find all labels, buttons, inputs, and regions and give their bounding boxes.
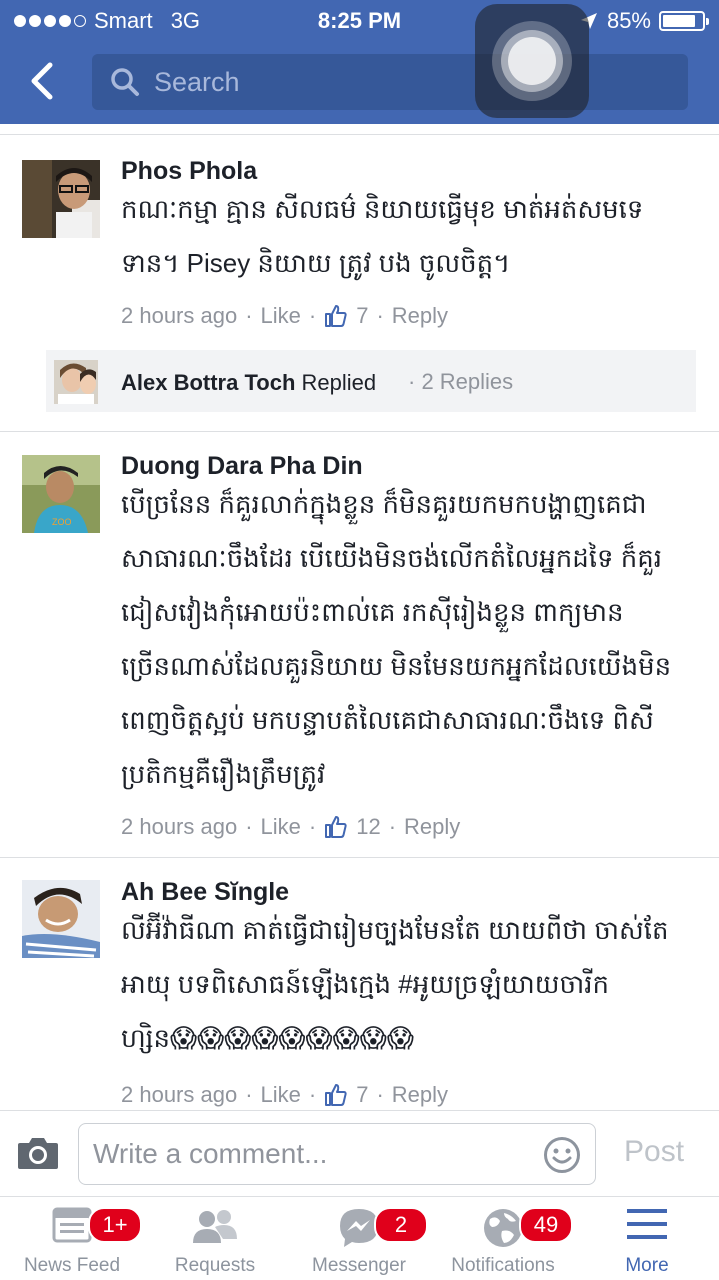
comment-meta: 2 hours ago · Like · 7 · Reply <box>121 303 449 329</box>
search-bar[interactable] <box>92 54 688 110</box>
comment-line: លីអ៊ីវ៉ាធីណា គាត់ធ្វើជារៀមច្បងមែនតែ យាយព… <box>121 915 669 945</box>
header-divider <box>0 134 719 135</box>
like-button[interactable]: Like <box>261 814 301 840</box>
reply-author: Alex Bottra Toch Replied <box>121 370 377 395</box>
comment-line: ជៀសវៀងកុំអោយប៉ះពាល់គេ រកស៊ីរៀងខ្លួន ពាក្… <box>121 597 624 627</box>
requests-icon <box>193 1210 237 1243</box>
tab-label: Requests <box>174 1255 256 1276</box>
tab-label: Notifications <box>451 1255 555 1276</box>
tab-requests[interactable]: Requests <box>143 1197 287 1280</box>
avatar[interactable] <box>22 880 100 958</box>
thumbs-up-icon <box>325 816 347 838</box>
nav-row <box>0 40 719 124</box>
comment-time: 2 hours ago <box>121 303 238 328</box>
chevron-left-icon <box>31 62 53 100</box>
smiley-icon <box>544 1137 580 1173</box>
tab-news-feed[interactable]: 1+ News Feed <box>0 1197 144 1280</box>
like-count[interactable]: 7 <box>324 1082 368 1108</box>
battery-icon <box>659 11 709 31</box>
sticker-button[interactable] <box>543 1136 581 1179</box>
avatar[interactable] <box>22 160 100 238</box>
status-bar: Smart 3G 8:25 PM 85% <box>0 0 719 40</box>
top-bar: Smart 3G 8:25 PM 85% <box>0 0 719 124</box>
comment-text: លីអ៊ីវ៉ាធីណា គាត់ធ្វើជារៀមច្បងមែនតែ យាយព… <box>121 903 701 1065</box>
tab-more[interactable]: More <box>575 1197 719 1280</box>
notification-badge: 2 <box>374 1207 428 1243</box>
like-button[interactable]: Like <box>261 1082 301 1108</box>
battery-info: 85% <box>579 8 709 34</box>
comment-line: ប្រតិកម្មគឺរឿងត្រឹមត្រូវ <box>121 759 326 789</box>
avatar <box>54 360 98 404</box>
comment-text: បើច្រនែន ក៏គួរលាក់ក្នុងខ្លួន ក៏មិនគួរយកម… <box>121 477 701 801</box>
comment-meta: 2 hours ago · Like · 12 · Reply <box>121 814 461 840</box>
comment-time: 2 hours ago <box>121 1082 238 1107</box>
reply-summary[interactable]: Alex Bottra Toch Replied · 2 Replies <box>46 350 696 412</box>
notification-badge: 1+ <box>88 1207 142 1243</box>
svg-text:ZOO: ZOO <box>52 517 72 527</box>
tab-messenger[interactable]: 2 Messenger <box>287 1197 431 1280</box>
tab-label: News Feed <box>23 1255 121 1276</box>
tab-bar: 1+ News Feed Requests 2 Messenger 49 Not… <box>0 1196 719 1280</box>
tab-label: More <box>625 1255 669 1276</box>
tab-notifications[interactable]: 49 Notifications <box>431 1197 575 1280</box>
like-count[interactable]: 7 <box>324 303 368 329</box>
comment-line: ទាន។ Pisey និយាយ ត្រូវ បង ចូលចិត្ត។ <box>121 248 511 278</box>
battery-percent: 85% <box>606 8 651 33</box>
reply-button[interactable]: Reply <box>392 303 448 329</box>
back-button[interactable] <box>20 54 64 108</box>
comment-time: 2 hours ago <box>121 814 238 839</box>
comment-line: កណៈកម្មា គ្មាន សីលធម៌ និយាយធ្វើមុខ មាត់អ… <box>121 194 644 224</box>
comment-line: សាធារណៈចឹងដែរ បើយើងមិនចង់លើកតំលៃអ្នកដទៃ … <box>121 543 662 573</box>
reply-button[interactable]: Reply <box>404 814 460 840</box>
comment-line: បើច្រនែន ក៏គួរលាក់ក្នុងខ្លួន ក៏មិនគួរយកម… <box>121 489 647 519</box>
globe-icon <box>484 1209 522 1247</box>
news-feed-icon <box>52 1207 92 1243</box>
notification-badge: 49 <box>519 1207 573 1243</box>
comment-line: ហ្សិន😱😱😱😱😱😱😱😱😱 <box>121 1023 414 1053</box>
assistive-touch-button[interactable] <box>475 4 589 118</box>
reply-button[interactable]: Reply <box>392 1082 448 1108</box>
thumbs-up-icon <box>325 305 347 327</box>
comment-meta: 2 hours ago · Like · 7 · Reply <box>121 1082 449 1108</box>
comment-line: ច្រើនណាស់ដែលគួរនិយាយ មិនមែនយកអ្នកដែលយើងម… <box>121 651 672 681</box>
comment-divider <box>0 431 719 432</box>
post-button[interactable]: Post <box>624 1135 684 1169</box>
comment-line: អាយុ បទពិសោធន៍ឡើងក្មេង #អូយច្រឡំយាយចារីក <box>121 969 609 999</box>
tab-label: Messenger <box>312 1255 406 1276</box>
reply-count[interactable]: · 2 Replies <box>408 369 513 395</box>
like-button[interactable]: Like <box>261 303 301 329</box>
comment-text: កណៈកម្មា គ្មាន សីលធម៌ និយាយធ្វើមុខ មាត់អ… <box>121 182 701 290</box>
comment-field[interactable] <box>78 1123 596 1185</box>
camera-icon <box>18 1138 58 1169</box>
comment-input[interactable] <box>93 1138 513 1170</box>
camera-button[interactable] <box>16 1135 60 1176</box>
comment-divider <box>0 857 719 858</box>
comment-composer: Post <box>0 1110 719 1196</box>
menu-icon <box>627 1209 667 1239</box>
avatar[interactable]: ZOO <box>22 455 100 533</box>
comment-line: ពេញចិត្តស្អប់ មកបន្ទាបតំលៃគេជាសាធារណៈចឹង… <box>121 705 654 735</box>
thumbs-up-icon <box>325 1084 347 1106</box>
search-icon <box>111 68 139 96</box>
like-count[interactable]: 12 <box>324 814 381 840</box>
